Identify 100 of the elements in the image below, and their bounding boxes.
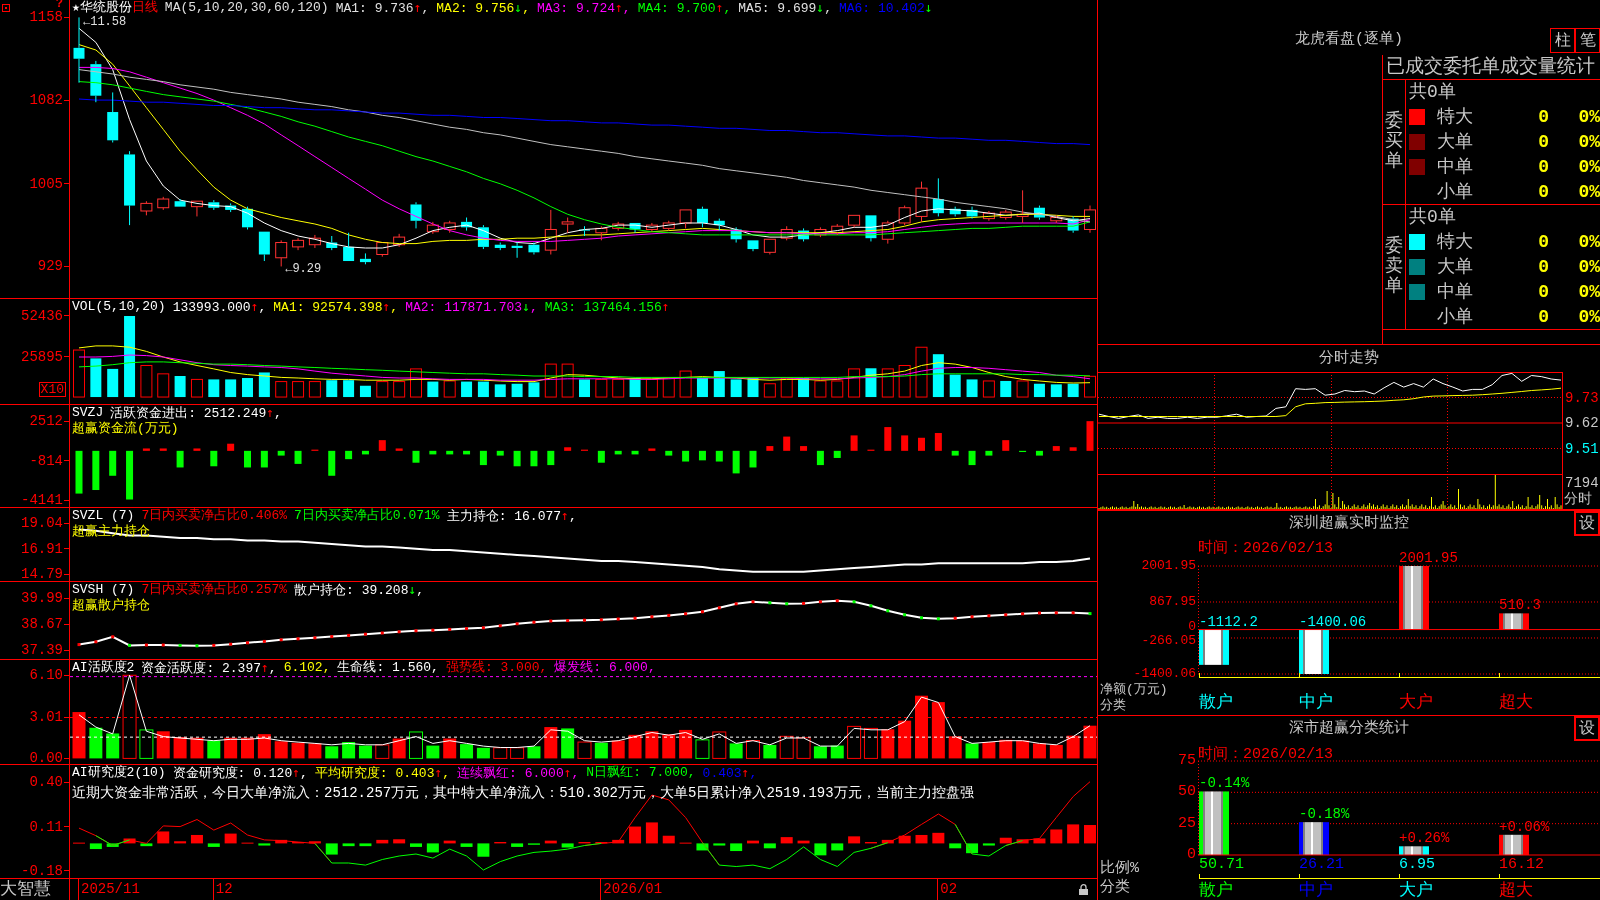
value-label: 2001.95 — [1399, 551, 1458, 565]
indicator-reading: MA2: 9.756↓, — [436, 0, 530, 16]
indicator-reading: 超赢散户持仓 — [72, 598, 150, 613]
axis-tick-label: 2512 — [29, 414, 63, 428]
order-size-label: 大单 — [1436, 255, 1474, 278]
order-count: 0 — [1537, 255, 1549, 278]
panel-title: 深圳超赢实时监控 — [1289, 514, 1409, 533]
indicator-reading: MA6: 10.402↓ — [838, 0, 933, 16]
order-percent: 0% — [1577, 305, 1600, 328]
order-total: 共0单 — [1409, 206, 1456, 228]
indicator-reading: 强势线: 3.000, — [445, 660, 548, 676]
value-label: 510.3 — [1499, 598, 1541, 613]
value-label: 50.71 — [1199, 857, 1244, 873]
order-size-label: 中单 — [1436, 155, 1474, 178]
order-total: 共0单 — [1409, 81, 1456, 103]
axis-tick-label: 39.99 — [21, 591, 63, 605]
axis-tick-label: -0.18 — [21, 863, 63, 878]
order-percent: 0% — [1577, 280, 1600, 303]
axis-tick-label: 0 — [1187, 847, 1196, 863]
indicator-reading: 133993.000↑, — [172, 299, 267, 315]
order-size-label: 特大 — [1436, 105, 1474, 128]
order-count: 0 — [1537, 180, 1549, 203]
order-size-label: 小单 — [1436, 305, 1474, 328]
axis-tick-label: 14.79 — [21, 567, 63, 582]
panel-title: 分时走势 — [1319, 349, 1379, 368]
indicator-reading: 7日内买卖净占比0.406% — [141, 508, 288, 524]
value-label: -1400.06 — [1299, 614, 1367, 629]
order-percent: 0% — [1577, 180, 1600, 203]
order-percent: 0% — [1577, 105, 1600, 128]
category-label: 散户 — [1199, 882, 1233, 900]
order-percent: 0% — [1577, 255, 1600, 278]
date-label: 2025/11 — [78, 879, 140, 900]
order-count: 0 — [1537, 230, 1549, 253]
axis-tick-label: 25895 — [21, 350, 63, 364]
indicator-reading: N日飘红: 7.000, — [586, 765, 696, 781]
date-label: 12 — [212, 879, 233, 900]
indicator-reading: AI研究度2(10) — [72, 765, 166, 781]
category-label: 超大 — [1499, 694, 1533, 712]
axis-title: 分类 — [1100, 879, 1130, 896]
indicator-reading: AI活跃度2 — [72, 660, 135, 676]
analysis-summary: 近期大资金非常活跃，今日大单净流入：2512.257万元，其中特大单净流入：510.302万元，大单5日累计净入2519.193万元，当前主力控盘强 — [72, 784, 974, 802]
indicator-reading: 活跃资金进出: 2512.249↑, — [110, 405, 282, 421]
order-size-label: 特大 — [1436, 230, 1474, 253]
order-count: 0 — [1537, 155, 1549, 178]
indicator-reading: MA(5,10,20,30,60,120) — [164, 0, 329, 16]
category-label: 大户 — [1399, 694, 1433, 712]
value-label: 6.95 — [1399, 857, 1435, 873]
axis-tick-label: 0.11 — [29, 819, 63, 834]
indicator-reading: 资金活跃度: 2.397↑, — [141, 660, 277, 676]
axis-tick-label: 1082 — [29, 93, 63, 108]
indicator-reading: MA5: 9.699↓, — [738, 0, 832, 16]
axis-tick-label: 16.91 — [21, 541, 63, 556]
axis-title: 净额(万元) — [1100, 683, 1168, 697]
axis-tick-label: -814 — [29, 453, 63, 468]
indicator-reading: 散户持仓: 39.208↓, — [294, 582, 425, 598]
order-side-label: 委买单 — [1385, 112, 1403, 172]
axis-tick-label: 38.67 — [21, 617, 63, 632]
timestamp: 时间：2026/02/13 — [1198, 540, 1333, 557]
axis-tick-label: 929 — [37, 259, 63, 274]
indicator-reading: 连续飘红: 6.000↑, — [457, 765, 580, 781]
order-count: 0 — [1537, 280, 1549, 303]
indicator-reading: 资金研究度: 0.120↑, — [172, 765, 308, 781]
axis-tick-label: 3.01 — [29, 710, 63, 725]
change-label: +0.06% — [1499, 819, 1550, 834]
axis-tick-label: 52436 — [21, 308, 63, 323]
app-logo-text: 大智慧 — [0, 879, 51, 900]
indicator-reading: 0.403↑, — [702, 765, 758, 781]
date-label: 02 — [937, 879, 958, 900]
order-side-label: 委卖单 — [1385, 237, 1403, 297]
axis-title: 分类 — [1100, 699, 1126, 713]
price-tick-label: 9.62 — [1565, 415, 1599, 431]
order-percent: 0% — [1577, 155, 1600, 178]
indicator-reading: 主力持仓: 16.077↑, — [446, 508, 577, 524]
volume-max-label: 7194 — [1564, 476, 1600, 491]
category-label: 中户 — [1299, 694, 1333, 712]
axis-tick-label: 37.39 — [21, 643, 63, 657]
axis-tick-label: 0 — [1188, 619, 1196, 634]
period-label: 日线 — [131, 0, 158, 16]
indicator-reading: 超赢资金流(万元) — [72, 421, 179, 436]
axis-tick-label: 1005 — [29, 176, 63, 191]
axis-tick-label: 867.95 — [1149, 595, 1196, 609]
axis-tick-label: 25 — [1178, 815, 1196, 832]
order-count: 0 — [1537, 130, 1549, 153]
category-label: 中户 — [1299, 882, 1333, 900]
period-label: 分时 — [1563, 491, 1593, 507]
axis-tick-label: -4141 — [21, 493, 63, 507]
indicator-reading: MA2: 117871.703↓, — [405, 299, 538, 315]
axis-tick-label: 0.40 — [29, 775, 63, 790]
indicator-reading: VOL(5,10,20) — [72, 299, 166, 315]
axis-tick-label: 19.04 — [21, 516, 63, 531]
axis-tick-label: 1158 — [29, 10, 63, 25]
indicator-reading: 平均研究度: 0.403↑, — [314, 765, 451, 781]
price-tick-label: 9.51 — [1565, 440, 1599, 457]
indicator-reading: SVSH (7) — [72, 582, 135, 598]
indicator-reading: 6.102, — [283, 660, 331, 676]
table-title: 已成交委托单成交量统计 — [1386, 56, 1595, 78]
indicator-reading: MA3: 137464.156↑ — [544, 299, 670, 315]
category-label: 超大 — [1499, 882, 1533, 900]
category-label: 散户 — [1199, 694, 1233, 712]
value-label: -1112.2 — [1199, 614, 1258, 629]
